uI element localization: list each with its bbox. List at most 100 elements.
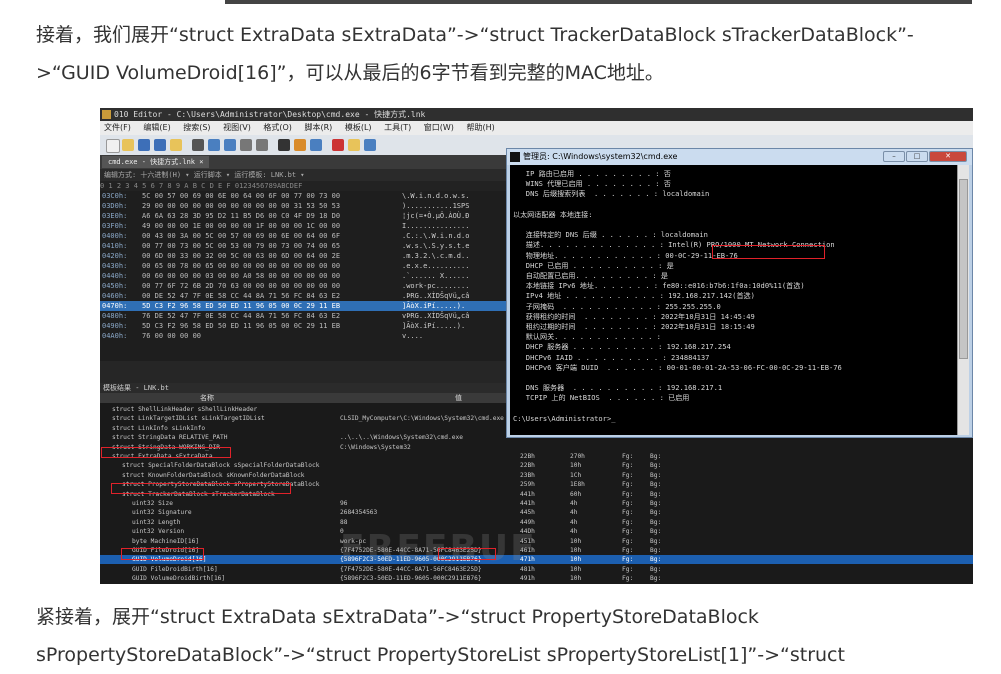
template-cell-size: 10h [570,556,582,564]
menu-help[interactable]: 帮助(H) [466,123,494,132]
hex-scroll-area[interactable] [100,361,510,383]
template-cell-size: 10h [570,462,582,470]
template-cell-value: 88 [340,518,348,526]
template-cell-size: 4h [570,500,578,507]
template-cell-fg: Fg: [622,481,634,489]
template-row[interactable]: uint32 Signature 2684354563 445h 4h Fg: Bg: [100,508,973,517]
menu-template[interactable]: 模板(L) [345,123,372,132]
save-all-icon[interactable] [154,139,166,151]
hex-view[interactable]: 03C0h: 5C 00 57 00 69 00 6E 00 64 00 6F 0… [100,191,510,361]
goto-icon[interactable] [310,139,322,151]
cut-icon[interactable] [192,139,204,151]
cmd-line: 获得租约的时间 . . . . . . . . : 2022年10月31日 14… [513,311,755,321]
template-cell-name: GUID FileDroidBirth[16] [132,565,218,573]
menu-format[interactable]: 格式(O) [263,123,292,132]
hex-row[interactable]: 03D0h: 29 00 00 00 00 00 00 00 00 00 00 0… [100,201,510,211]
folder-icon[interactable] [170,139,182,151]
template-cell-fg: Fg: [622,509,634,517]
run-script-icon[interactable] [332,139,344,151]
col-value[interactable]: 值 [455,393,462,403]
copy-icon[interactable] [208,139,220,151]
cmd-line: 子网掩码 . . . . . . . . . . . : 255.255.255… [513,301,721,311]
menu-search[interactable]: 搜索(S) [183,123,210,132]
menu-edit[interactable]: 编辑(E) [143,123,170,132]
template-cell-fg: Fg: [622,537,634,545]
hex-row[interactable]: 0450h: 00 77 6F 72 6B 2D 70 63 00 00 00 0… [100,281,510,291]
menu-file[interactable]: 文件(F) [104,123,131,132]
cmd-line: 默认网关. . . . . . . . . . . . : [513,332,661,342]
compare-icon[interactable] [364,139,376,151]
menu-window[interactable]: 窗口(W) [424,123,454,132]
template-cell-bg: Bg: [650,509,662,517]
undo-icon[interactable] [240,139,252,151]
hex-ascii: vÞRG..XÌDŠqVü„câ [402,312,470,320]
cmd-scrollbar[interactable] [957,165,969,435]
hex-row[interactable]: 0430h: 00 65 00 78 00 65 00 00 00 00 00 0… [100,261,510,271]
template-cell-name: struct ShellLinkHeader sShellLinkHeader [112,406,258,413]
new-file-icon[interactable] [106,139,120,153]
close-button[interactable]: ✕ [929,151,967,162]
template-cell-start: 23Bh [520,471,535,479]
hex-row[interactable]: 03F0h: 49 00 00 00 1E 00 00 00 00 1F 00 0… [100,221,510,231]
menu-tools[interactable]: 工具(T) [384,123,411,132]
template-row[interactable]: uint32 Size 96 441h 4h Fg: Bg: [100,499,973,508]
paste-icon[interactable] [224,139,236,151]
replace-icon[interactable] [294,139,306,151]
cmd-line: 物理地址. . . . . . . . . . . . : 00-0C-29-1… [513,250,738,260]
scrollbar-thumb[interactable] [959,179,968,359]
run-template-icon[interactable] [348,139,360,151]
hex-ascii: v.... [402,332,424,340]
cmd-line: 本地链接 IPv6 地址. . . . . . . : fe80::e016:b… [513,281,805,291]
hex-row[interactable]: 0440h: 00 60 00 00 00 03 00 00 A0 58 00 0… [100,271,510,281]
hex-ascii: .work-pc........ [402,282,470,290]
hex-row-selected[interactable]: 0470h: 5D C3 F2 96 58 ED 50 ED 11 96 05 0… [100,301,510,311]
template-cell-name: uint32 Signature [132,509,192,517]
hex-row[interactable]: 0460h: 00 DE 52 47 7F 0E 58 CC 44 8A 71 5… [100,291,510,301]
cmd-line: IP 路由已启用 . . . . . . . . . : 否 [513,169,671,178]
col-name[interactable]: 名称 [200,393,214,403]
hex-row[interactable]: 03E0h: A6 6A 63 28 3D 95 D2 11 B5 D6 00 C… [100,211,510,221]
template-cell-bg: Bg: [650,556,662,564]
cmd-line: 连接特定的 DNS 后缀 . . . . . . : localdomain [513,230,708,240]
hex-row[interactable]: 0480h: 76 DE 52 47 7F 0E 58 CC 44 8A 71 5… [100,311,510,321]
cmd-line: 以太网适配器 本地连接: [513,209,593,219]
template-row[interactable]: struct SpecialFolderDataBlock sSpecialFo… [100,461,973,470]
hex-row[interactable]: 0490h: 5D C3 F2 96 58 ED 50 ED 11 96 05 0… [100,321,510,331]
template-cell-start: 22Bh [520,462,535,470]
template-row[interactable]: uint32 Length 88 449h 4h Fg: Bg: [100,518,973,527]
maximize-button[interactable]: □ [906,151,928,162]
template-row[interactable]: struct KnownFolderDataBlock sKnownFolder… [100,471,973,480]
cmd-output[interactable]: IP 路由已启用 . . . . . . . . . : 否 WINS 代理已启… [510,165,957,435]
hex-offset: 0450h: [102,282,128,290]
hex-row[interactable]: 04A0h: 76 00 00 00 00 v.... [100,331,510,341]
cmd-window[interactable]: 管理员: C:\Windows\system32\cmd.exe – □ ✕ I… [506,148,973,438]
template-cell-start: 441h [520,490,535,498]
hex-offset: 0460h: [102,292,128,300]
template-row[interactable]: GUID VolumeDroidBirth[16] {5896F2C3-50ED-… [100,574,973,583]
save-icon[interactable] [138,139,150,151]
hex-bytes: 00 77 00 73 00 5C 00 53 00 79 00 73 00 7… [142,242,341,250]
template-cell-name: uint32 Version [132,528,185,536]
mac-address-highlight [712,245,825,259]
template-cell-bg: Bg: [650,565,662,573]
template-cell-fg: Fg: [622,500,634,507]
template-cell-start: 259h [520,481,535,489]
hex-row[interactable]: 03C0h: 5C 00 57 00 69 00 6E 00 64 00 6F 0… [100,191,510,201]
menu-script[interactable]: 脚本(R) [304,123,332,132]
extradata-highlight [101,447,231,458]
hex-row[interactable]: 0400h: 00 43 00 3A 00 5C 00 57 00 69 00 6… [100,231,510,241]
hex-ascii: .m.3.2.\.c.m.d.. [402,252,470,260]
open-folder-icon[interactable] [122,139,134,151]
hex-row[interactable]: 0410h: 00 77 00 73 00 5C 00 53 00 79 00 7… [100,241,510,251]
template-cell-bg: Bg: [650,462,662,470]
find-icon[interactable] [278,139,290,151]
menu-view[interactable]: 视图(V) [223,123,251,132]
screenshot-image: 010 Editor - C:\Users\Administrator\Desk… [100,108,973,584]
hex-row[interactable]: 0420h: 00 6D 00 33 00 32 00 5C 00 63 00 6… [100,251,510,261]
redo-icon[interactable] [256,139,268,151]
minimize-button[interactable]: – [883,151,905,162]
file-tab[interactable]: cmd.exe - 快捷方式.lnk × [102,156,210,168]
hex-column-header: 0 1 2 3 4 5 6 7 8 9 A B C D E F 01234567… [100,181,510,191]
file-tabbar: cmd.exe - 快捷方式.lnk × [100,155,510,169]
hex-bytes: A6 6A 63 28 3D 95 D2 11 B5 D6 00 C0 4F D… [142,212,341,220]
